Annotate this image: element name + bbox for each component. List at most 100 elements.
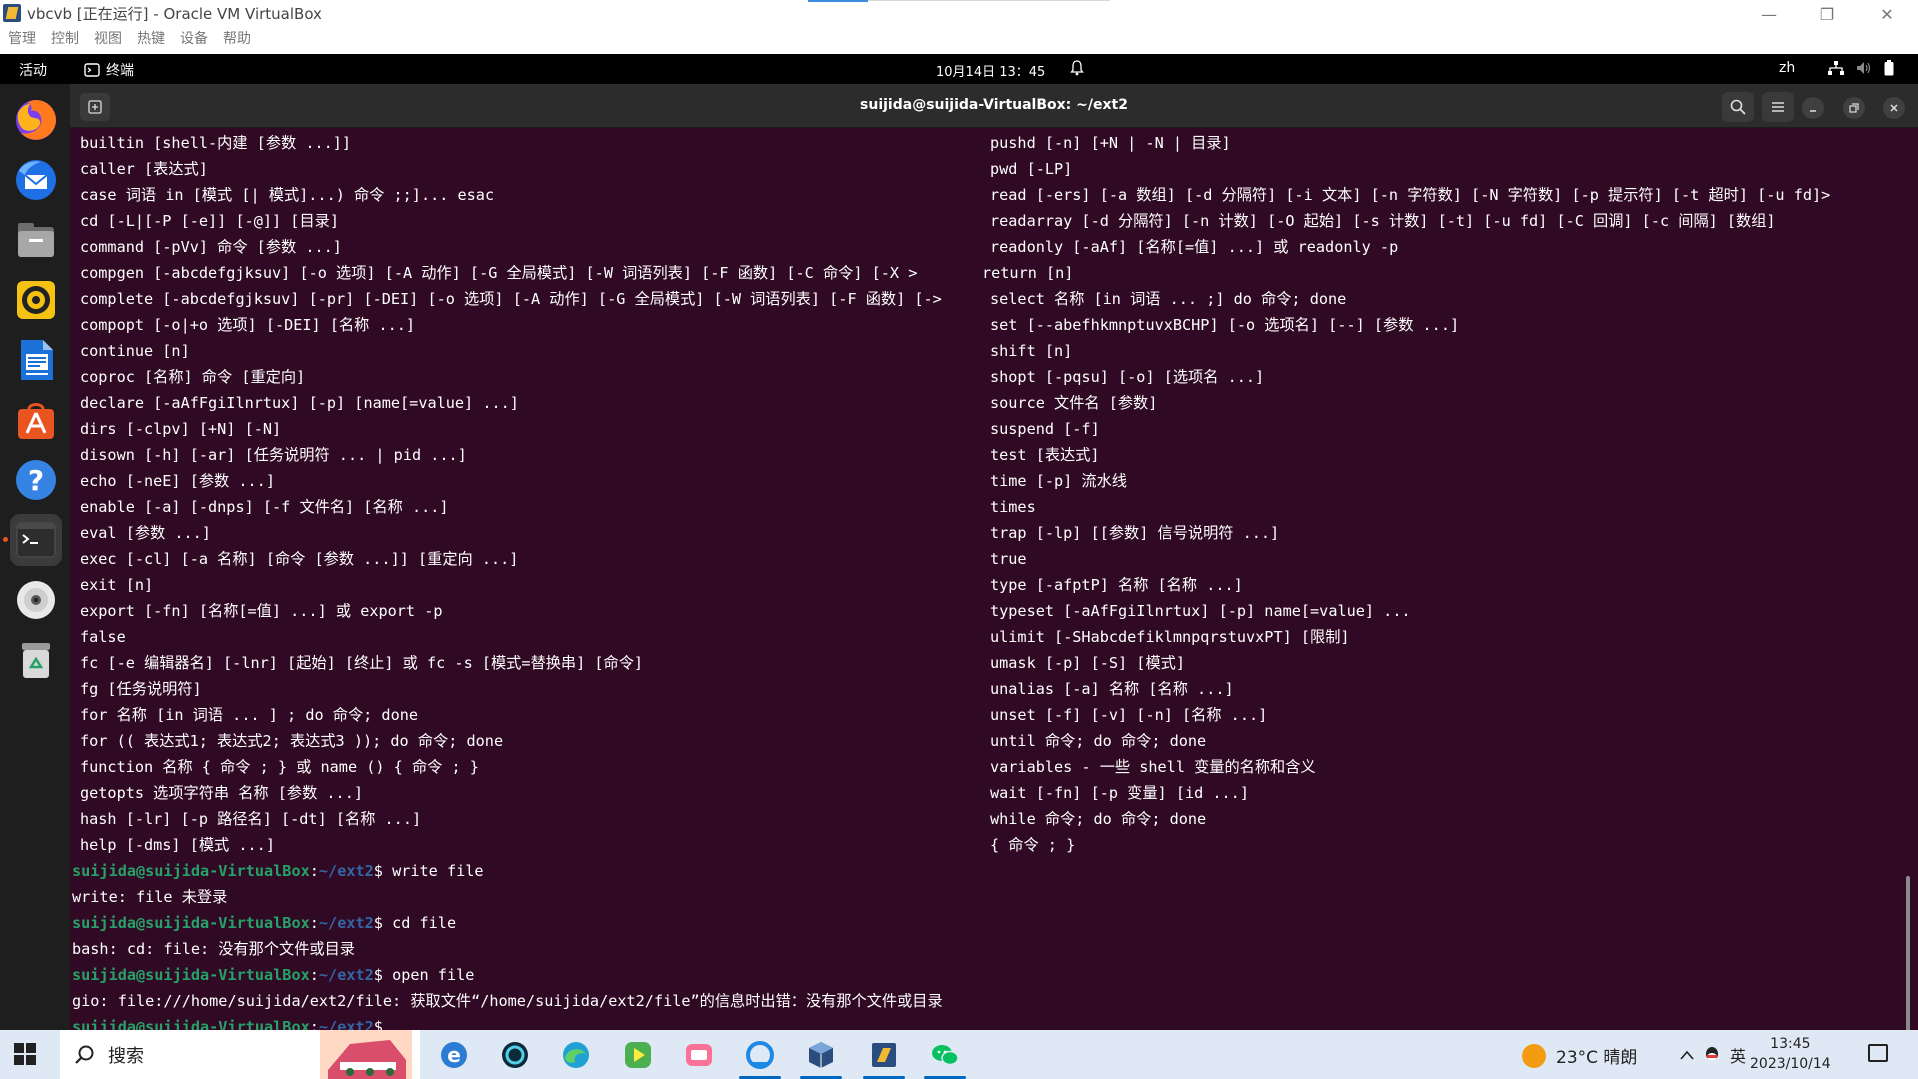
clock[interactable]: 10月14日 13：45 [936,61,1045,80]
menu-control[interactable]: 控制 [51,28,79,48]
menu-button[interactable] [1762,92,1794,122]
terminal-line: function 名称 { 命令 ; } 或 name () { 命令 ; } [80,758,479,776]
close-icon [1890,104,1898,112]
terminal-line: getopts 选项字符串 名称 [参数 ...] [80,784,363,802]
svg-text:?: ? [28,464,44,497]
terminal-line: read [-ers] [-a 数组] [-d 分隔符] [-i 文本] [-n… [990,186,1831,204]
terminal-close-button[interactable] [1883,97,1905,119]
system-tray[interactable] [1828,60,1894,76]
taskbar-search-box[interactable]: 搜索 [60,1030,420,1079]
terminal-line: help [-dms] [模式 ...] [80,836,275,854]
minimize-icon [1810,110,1816,112]
terminal-line: command [-pVv] 命令 [参数 ...] [80,238,342,256]
minimize-button[interactable]: — [1740,0,1798,28]
rhythmbox-icon[interactable] [10,274,62,326]
terminal-line: readarray [-d 分隔符] [-n 计数] [-O 起始] [-s 计… [990,212,1776,230]
terminal-line: builtin [shell-内建 [参数 ...]] [80,134,352,152]
terminal-line: ulimit [-SHabcdefiklmnpqrstuvxPT] [限制] [990,628,1350,646]
terminal-line: shopt [-pqsu] [-o] [选项名 ...] [990,368,1265,386]
network-icon [1828,61,1844,75]
terminal-line: trap [-lp] [[参数] 信号说明符 ...] [990,524,1280,542]
terminal-line: for (( 表达式1; 表达式2; 表达式3 )); do 命令; done [80,732,504,750]
terminal-line: declare [-aAfFgiIlnrtux] [-p] [name[=val… [80,394,519,412]
terminal-line: { 命令 ; } [990,836,1076,854]
app-circle-icon[interactable] [497,1037,533,1073]
terminal-line: gio: file:///home/suijida/ext2/file: 获取文… [72,992,943,1010]
terminal-dock-icon[interactable] [10,514,62,566]
terminal-line: for 名称 [in 词语 ... ] ; do 命令; done [80,706,419,724]
thunderbird-icon[interactable] [10,154,62,206]
terminal-line: fg [任务说明符] [80,680,202,698]
terminal-line: readonly [-aAf] [名称[=值] ...] 或 readonly … [990,238,1399,256]
terminal-line: eval [参数 ...] [80,524,211,542]
terminal-line: disown [-h] [-ar] [任务说明符 ... | pid ...] [80,446,467,464]
close-button[interactable]: ✕ [1858,0,1916,28]
wechat-icon[interactable] [927,1037,963,1073]
volume-icon [1857,62,1871,74]
terminal-line: continue [n] [80,342,190,360]
libreoffice-writer-icon[interactable] [10,334,62,386]
terminal-line: compgen [-abcdefgjksuv] [-o 选项] [-A 动作] … [80,264,918,282]
virtualbox-taskbar-icon[interactable] [803,1037,839,1073]
edge-icon[interactable] [558,1037,594,1073]
terminal-line: hash [-lr] [-p 路径名] [-dt] [名称 ...] [80,810,422,828]
activities-button[interactable]: 活动 [19,60,47,80]
windows-taskbar: 搜索 e 23°C 晴朗 英 13:45 2023/10/14 [0,1030,1918,1079]
files-icon[interactable] [10,214,62,266]
search-icon [1730,99,1746,115]
weather-text: 23°C 晴朗 [1556,1048,1638,1068]
search-button[interactable] [1722,92,1754,122]
taskbar-clock[interactable]: 13:45 2023/10/14 [1750,1034,1831,1074]
start-button[interactable] [14,1043,36,1065]
menu-manage[interactable]: 管理 [8,28,36,48]
terminal-window[interactable]: suijida@suijida-VirtualBox: ~/ext2 built… [70,84,1918,1030]
help-icon[interactable]: ? [10,454,62,506]
edge-legacy-icon[interactable]: e [436,1037,472,1073]
restore-icon [1849,103,1859,113]
terminal-minimize-button[interactable] [1802,97,1824,119]
running-indicator [3,537,8,542]
weather-widget[interactable]: 23°C 晴朗 [1522,1043,1637,1068]
notification-area[interactable]: 英 [1680,1043,1746,1067]
vm-window-icon[interactable] [866,1037,902,1073]
terminal-line: typeset [-aAfFgiIlnrtux] [-p] name[=valu… [990,602,1411,620]
terminal-line: time [-p] 流水线 [990,472,1127,490]
prompt-line: suijida@suijida-VirtualBox:~/ext2$ open … [72,966,475,984]
app-menu[interactable]: 终端 [84,60,134,80]
terminal-line: times [990,498,1036,516]
terminal-scrollbar[interactable] [1906,876,1910,1030]
input-language-indicator[interactable]: zh [1779,60,1795,76]
menu-help[interactable]: 帮助 [223,28,251,48]
menu-view[interactable]: 视图 [94,28,122,48]
qq-icon [1706,1047,1718,1061]
media-player-icon[interactable] [620,1037,656,1073]
hamburger-icon [1772,102,1784,112]
menu-hotkeys[interactable]: 热键 [137,28,165,48]
terminal-line: pushd [-n] [+N | -N | 目录] [990,134,1231,152]
terminal-line: false [80,628,126,646]
vbox-titlebar: vbcvb [正在运行] - Oracle VM VirtualBox [0,0,1918,26]
terminal-line: select 名称 [in 词语 ... ;] do 命令; done [990,290,1347,308]
terminal-line: until 命令; do 命令; done [990,732,1207,750]
restore-button[interactable]: ❐ [1798,0,1856,28]
titlebar-divider [868,0,1110,1]
browser-icon[interactable] [742,1037,778,1073]
terminal-headerbar: suijida@suijida-VirtualBox: ~/ext2 [70,84,1918,128]
prompt-line: suijida@suijida-VirtualBox:~/ext2$ cd fi… [72,914,457,932]
terminal-title: suijida@suijida-VirtualBox: ~/ext2 [860,97,1128,113]
bilibili-icon[interactable] [681,1037,717,1073]
trash-icon[interactable] [10,634,62,686]
firefox-icon[interactable] [10,94,62,146]
ubuntu-software-icon[interactable] [10,394,62,446]
terminal-line: fc [-e 编辑器名] [-lnr] [起始] [终止] 或 fc -s [模… [80,654,644,672]
terminal-line: shift [n] [990,342,1073,360]
notification-center-icon[interactable] [1868,1044,1888,1062]
terminal-line: wait [-fn] [-p 变量] [id ...] [990,784,1249,802]
terminal-line: echo [-neE] [参数 ...] [80,472,275,490]
optical-disc-icon[interactable] [10,574,62,626]
terminal-line: cd [-L|[-P [-e]] [-@]] [目录] [80,212,339,230]
terminal-line: source 文件名 [参数] [990,394,1158,412]
menu-devices[interactable]: 设备 [180,28,208,48]
terminal-output[interactable]: builtin [shell-内建 [参数 ...]] caller [表达式]… [70,128,1918,1030]
terminal-maximize-button[interactable] [1843,97,1865,119]
